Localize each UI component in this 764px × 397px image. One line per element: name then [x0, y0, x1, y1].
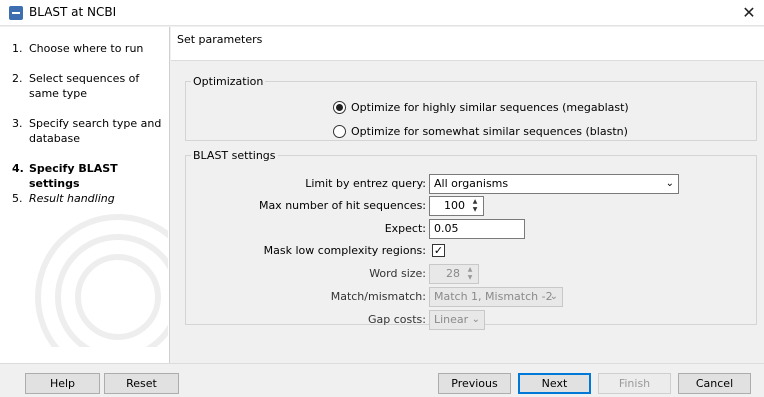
step-2: 2. Select sequences of same type: [12, 71, 164, 101]
word-size-label: Word size:: [369, 267, 426, 280]
max-hits-spinner[interactable]: 100 ▲ ▼: [429, 196, 484, 216]
max-hits-value: 100: [444, 199, 465, 212]
step-number: 3.: [12, 117, 23, 130]
step-3: 3. Specify search type and database: [12, 116, 164, 146]
spin-down-icon[interactable]: ▼: [468, 206, 482, 214]
settings-panel: Set parameters Optimization Optimize for…: [171, 27, 764, 363]
blastn-label: Optimize for somewhat similar sequences …: [351, 125, 628, 138]
step-number: 1.: [12, 42, 23, 55]
section-title: Set parameters: [177, 33, 263, 46]
reset-button[interactable]: Reset: [104, 373, 179, 394]
step-label: Choose where to run: [29, 42, 144, 55]
expect-label: Expect:: [384, 222, 426, 235]
close-button[interactable]: ✕: [734, 0, 764, 26]
button-bar: Help Reset Previous Next Finish Cancel: [0, 363, 764, 397]
cancel-button[interactable]: Cancel: [678, 373, 751, 394]
gap-costs-value: Linear: [434, 313, 469, 326]
chevron-down-icon: ⌄: [471, 314, 480, 325]
entrez-query-value: All organisms: [434, 177, 509, 190]
megablast-option[interactable]: Optimize for highly similar sequences (m…: [333, 101, 629, 114]
step-number: 2.: [12, 72, 23, 85]
next-button[interactable]: Next: [518, 373, 591, 394]
gap-costs-dropdown[interactable]: Linear ⌄: [429, 310, 485, 330]
finish-button[interactable]: Finish: [598, 373, 671, 394]
chevron-down-icon: ⌄: [549, 291, 558, 302]
megablast-label: Optimize for highly similar sequences (m…: [351, 101, 629, 114]
step-label: Specify search type and database: [29, 117, 162, 145]
step-4-current: 4. Specify BLAST settings: [12, 161, 164, 191]
entrez-query-label: Limit by entrez query:: [305, 177, 426, 190]
dna-watermark-icon: [35, 214, 168, 347]
spin-up-icon[interactable]: ▲: [463, 266, 477, 274]
blastn-option[interactable]: Optimize for somewhat similar sequences …: [333, 125, 628, 138]
radio-unselected-icon[interactable]: [333, 125, 346, 138]
step-number: 4.: [12, 162, 24, 175]
optimization-group: Optimization Optimize for highly similar…: [185, 75, 757, 141]
previous-button[interactable]: Previous: [438, 373, 511, 394]
blast-settings-group: BLAST settings Limit by entrez query: Al…: [185, 149, 757, 330]
help-button[interactable]: Help: [25, 373, 100, 394]
spinner-arrows[interactable]: ▲ ▼: [463, 266, 477, 282]
title-bar: BLAST at NCBI ✕: [0, 0, 764, 26]
spin-up-icon[interactable]: ▲: [468, 198, 482, 206]
blast-settings-legend: BLAST settings: [193, 149, 276, 162]
step-1: 1. Choose where to run: [12, 41, 164, 56]
match-mismatch-label: Match/mismatch:: [330, 290, 426, 303]
gap-costs-label: Gap costs:: [367, 313, 426, 326]
mask-label: Mask low complexity regions:: [263, 244, 426, 257]
word-size-spinner[interactable]: 28 ▲ ▼: [429, 264, 479, 284]
chevron-down-icon: ⌄: [665, 178, 674, 189]
step-label: Specify BLAST settings: [29, 162, 118, 190]
match-mismatch-dropdown[interactable]: Match 1, Mismatch -2 ⌄: [429, 287, 563, 307]
wizard-steps-panel: 1. Choose where to run 2. Select sequenc…: [0, 27, 170, 363]
optimization-legend: Optimization: [193, 75, 264, 88]
expect-input[interactable]: 0.05: [429, 219, 525, 239]
window-title: BLAST at NCBI: [29, 5, 117, 19]
step-label: Select sequences of same type: [29, 72, 140, 100]
spin-down-icon[interactable]: ▼: [463, 274, 477, 282]
entrez-query-dropdown[interactable]: All organisms ⌄: [429, 174, 679, 194]
mask-checkbox[interactable]: ✓: [432, 244, 445, 257]
match-mismatch-value: Match 1, Mismatch -2: [434, 290, 553, 303]
app-icon: [9, 6, 23, 20]
section-header: Set parameters: [171, 27, 764, 61]
max-hits-label: Max number of hit sequences:: [258, 199, 426, 212]
radio-selected-icon[interactable]: [333, 101, 346, 114]
word-size-value: 28: [446, 267, 460, 280]
spinner-arrows[interactable]: ▲ ▼: [468, 198, 482, 214]
